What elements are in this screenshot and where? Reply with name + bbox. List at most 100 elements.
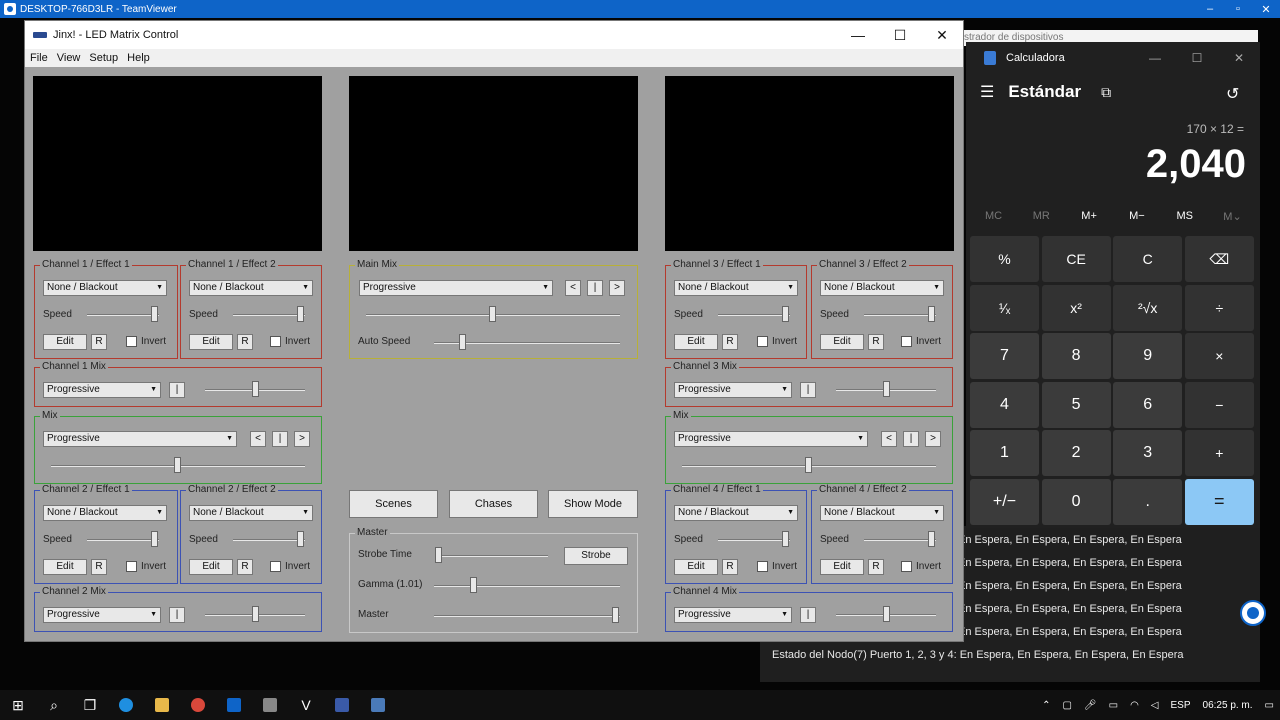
gamma-slider[interactable] [434, 585, 620, 587]
mix-toggle-button[interactable]: | [169, 382, 185, 398]
speed-slider-thumb[interactable] [297, 306, 304, 322]
next-button[interactable]: > [609, 280, 625, 296]
speed-slider-thumb[interactable] [151, 531, 158, 547]
history-icon[interactable]: ↺ [1226, 84, 1239, 104]
edit-button[interactable]: Edit [674, 559, 718, 575]
mix-slider-thumb[interactable] [252, 381, 259, 397]
digit-5-key[interactable]: 5 [1041, 381, 1111, 428]
strobe-button[interactable]: Strobe [564, 547, 628, 565]
edit-button[interactable]: Edit [43, 559, 87, 575]
wifi-icon[interactable]: ◠ [1130, 700, 1139, 711]
mix-mode-select[interactable]: Progressive [43, 607, 161, 623]
prev-button[interactable]: < [250, 431, 266, 447]
mix-crossfader-thumb[interactable] [805, 457, 812, 473]
reset-button[interactable]: R [722, 334, 738, 350]
mix-mode-select[interactable]: Progressive [43, 431, 237, 447]
effect-select[interactable]: None / Blackout [674, 280, 798, 296]
teamviewer-panel-icon[interactable] [1240, 600, 1266, 626]
edit-button[interactable]: Edit [674, 334, 718, 350]
start-icon[interactable]: ⊞ [0, 690, 36, 720]
toggle-button[interactable]: | [272, 431, 288, 447]
menu-help[interactable]: Help [123, 49, 154, 67]
chrome-icon[interactable] [180, 690, 216, 720]
negate-key[interactable]: +/− [970, 478, 1039, 525]
reset-button[interactable]: R [237, 334, 253, 350]
jinx-minimize-button[interactable]: — [837, 27, 879, 43]
square-key[interactable]: x² [1041, 284, 1111, 331]
language-indicator[interactable]: ESP [1171, 700, 1191, 711]
effect-select[interactable]: None / Blackout [43, 505, 167, 521]
digit-2-key[interactable]: 2 [1041, 430, 1111, 477]
toggle-button[interactable]: | [903, 431, 919, 447]
minus-key[interactable]: − [1184, 381, 1254, 428]
speed-slider-thumb[interactable] [297, 531, 304, 547]
menu-icon[interactable]: ☰ [980, 82, 994, 102]
keep-on-top-icon[interactable]: ⧉ [1101, 84, 1111, 101]
chevron-up-icon[interactable]: ⌃ [1042, 700, 1050, 711]
microphone-icon[interactable]: 🎤︎ [1084, 700, 1097, 711]
invert-checkbox[interactable] [126, 336, 137, 347]
mix-mode-select[interactable]: Progressive [674, 607, 792, 623]
speed-slider[interactable] [718, 539, 790, 541]
clear-key[interactable]: C [1113, 236, 1183, 282]
speed-slider[interactable] [864, 314, 936, 316]
digit-9-key[interactable]: 9 [1113, 333, 1183, 380]
speed-slider-thumb[interactable] [151, 306, 158, 322]
digit-6-key[interactable]: 6 [1113, 381, 1183, 428]
app-v-icon[interactable]: V [288, 690, 324, 720]
teamviewer-close-button[interactable]: ✕ [1252, 3, 1280, 16]
speed-slider[interactable] [233, 539, 305, 541]
clock[interactable]: 06:25 p. m. [1203, 700, 1253, 711]
memory-store-button[interactable]: MS [1161, 210, 1208, 223]
mix-toggle-button[interactable]: | [800, 607, 816, 623]
speed-slider[interactable] [87, 314, 159, 316]
scenes-button[interactable]: Scenes [349, 490, 438, 518]
jinx-taskbar-icon[interactable] [324, 690, 360, 720]
edit-button[interactable]: Edit [820, 559, 864, 575]
speed-slider-thumb[interactable] [928, 306, 935, 322]
invert-checkbox[interactable] [901, 561, 912, 572]
decimal-key[interactable]: . [1113, 478, 1183, 525]
speed-slider[interactable] [718, 314, 790, 316]
memory-subtract-button[interactable]: M− [1113, 210, 1160, 223]
task-view-icon[interactable]: ❐ [72, 690, 108, 720]
teamviewer-restore-button[interactable]: ▫ [1224, 3, 1252, 15]
edit-button[interactable]: Edit [820, 334, 864, 350]
multiply-key[interactable]: × [1184, 333, 1254, 380]
mix-toggle-button[interactable]: | [800, 382, 816, 398]
teamviewer-minimize-button[interactable]: – [1196, 3, 1224, 15]
invert-checkbox[interactable] [270, 561, 281, 572]
memory-list-button[interactable]: M⌄ [1209, 210, 1256, 223]
main-crossfader-thumb[interactable] [489, 306, 496, 322]
sqrt-key[interactable]: ²√x [1113, 284, 1183, 331]
calculator-minimize-button[interactable]: — [1134, 51, 1176, 65]
notification-icon[interactable]: ▭ [1265, 700, 1274, 711]
reset-button[interactable]: R [868, 334, 884, 350]
invert-checkbox[interactable] [757, 336, 768, 347]
jinx-close-button[interactable]: ✕ [921, 27, 963, 44]
calculator-taskbar-icon[interactable] [360, 690, 396, 720]
mix-mode-select[interactable]: Progressive [674, 431, 868, 447]
invert-checkbox[interactable] [270, 336, 281, 347]
file-explorer-icon[interactable] [144, 690, 180, 720]
teamviewer-taskbar-icon[interactable] [216, 690, 252, 720]
memory-clear-button[interactable]: MC [970, 210, 1017, 223]
calculator-close-button[interactable]: ✕ [1218, 51, 1260, 65]
mix-slider-thumb[interactable] [252, 606, 259, 622]
effect-select[interactable]: None / Blackout [820, 280, 944, 296]
jinx-maximize-button[interactable]: ☐ [879, 27, 921, 44]
digit-8-key[interactable]: 8 [1041, 333, 1111, 380]
effect-select[interactable]: None / Blackout [674, 505, 798, 521]
next-button[interactable]: > [294, 431, 310, 447]
speed-slider-thumb[interactable] [782, 306, 789, 322]
search-icon[interactable]: ⌕ [36, 690, 72, 720]
master-thumb[interactable] [612, 607, 619, 623]
strobe-time-thumb[interactable] [435, 547, 442, 563]
memory-recall-button[interactable]: MR [1018, 210, 1065, 223]
volume-icon[interactable]: ◁ [1151, 700, 1159, 711]
strobe-time-slider[interactable] [436, 555, 548, 557]
digit-7-key[interactable]: 7 [970, 333, 1039, 380]
memory-add-button[interactable]: M+ [1066, 210, 1113, 223]
reset-button[interactable]: R [868, 559, 884, 575]
reset-button[interactable]: R [91, 334, 107, 350]
